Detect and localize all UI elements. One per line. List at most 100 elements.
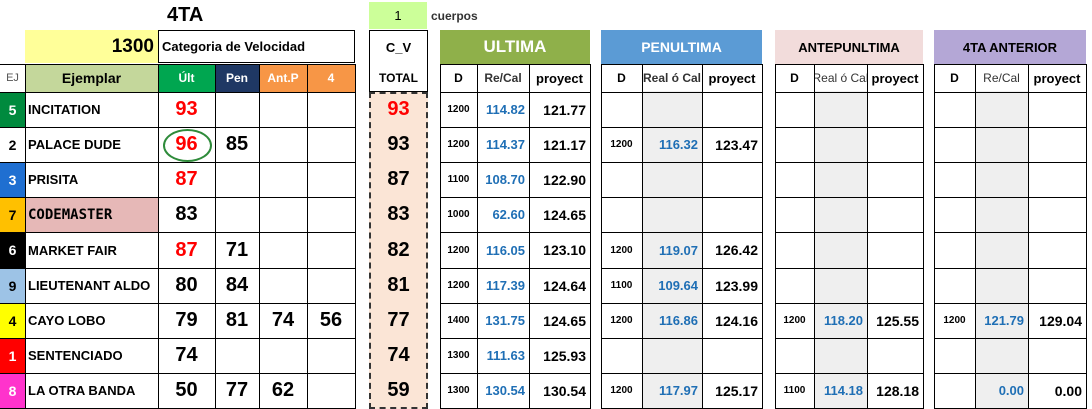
cell-pen[interactable] xyxy=(215,92,259,127)
col-header-ej: EJ xyxy=(6,72,19,84)
cell-pen[interactable] xyxy=(215,197,259,232)
cell-rc4 xyxy=(975,338,1028,373)
cell-ult[interactable]: 83 xyxy=(158,197,215,232)
col-header-d3: D xyxy=(790,71,799,85)
post-number-badge: 2 xyxy=(0,127,25,162)
cell-d3: 1100 xyxy=(783,385,806,396)
grid-hline xyxy=(775,162,923,163)
cell-ult[interactable]: 80 xyxy=(158,268,215,303)
grid-hline xyxy=(601,92,762,93)
cell-rc2: 117.97 xyxy=(658,383,698,398)
cell-four[interactable] xyxy=(307,162,355,197)
cell-antp[interactable]: 62 xyxy=(259,373,307,408)
cell-p2: 125.17 xyxy=(715,382,758,399)
cell-pen[interactable] xyxy=(215,162,259,197)
grid-hline xyxy=(440,303,590,304)
cell-rc2 xyxy=(642,162,702,197)
section-ultima: ULTIMA xyxy=(440,30,590,64)
post-number-badge: 7 xyxy=(0,197,25,232)
cell-ult[interactable]: 93 xyxy=(158,92,215,127)
cell-antp[interactable] xyxy=(259,197,307,232)
cell-d3 xyxy=(775,162,814,197)
cell-four[interactable] xyxy=(307,338,355,373)
horse-name[interactable]: LA OTRA BANDA xyxy=(25,373,158,408)
cell-four[interactable] xyxy=(307,268,355,303)
horse-name[interactable]: SENTENCIADO xyxy=(25,338,158,373)
cell-p1: 121.17 xyxy=(543,136,586,153)
grid-vline xyxy=(762,64,763,409)
cell-pen[interactable] xyxy=(215,338,259,373)
grid-hline xyxy=(440,127,590,128)
cell-four[interactable] xyxy=(307,127,355,162)
grid-vline xyxy=(590,64,591,409)
cell-p2 xyxy=(702,162,762,197)
grid-hline xyxy=(0,64,355,65)
cell-rc3 xyxy=(814,197,867,232)
cell-rc2 xyxy=(642,338,702,373)
cell-ult[interactable]: 79 xyxy=(158,303,215,338)
distance-cell[interactable]: 1300 xyxy=(25,30,158,63)
cell-four[interactable] xyxy=(307,92,355,127)
cell-pen[interactable]: 77 xyxy=(215,373,259,408)
cell-four[interactable]: 56 xyxy=(307,303,355,338)
cell-p3: 128.18 xyxy=(876,382,919,399)
cell-d4: 1200 xyxy=(943,315,966,326)
cell-d2: 1100 xyxy=(610,280,633,291)
cell-antp[interactable] xyxy=(259,162,307,197)
cell-p1: 125.93 xyxy=(543,347,586,364)
cell-pen[interactable]: 71 xyxy=(215,232,259,268)
grid-hline xyxy=(0,92,355,93)
cell-d2: 1200 xyxy=(610,385,633,396)
grid-hline xyxy=(440,92,590,93)
cell-ult[interactable]: 87 xyxy=(158,162,215,197)
grid-hline xyxy=(934,197,1086,198)
cell-antp[interactable] xyxy=(259,268,307,303)
cell-rc2 xyxy=(642,92,702,127)
cell-p3 xyxy=(867,162,923,197)
grid-hline xyxy=(0,162,355,163)
horse-name[interactable]: PRISITA xyxy=(25,162,158,197)
cell-four[interactable] xyxy=(307,373,355,408)
cell-p2: 124.16 xyxy=(715,312,758,329)
cell-antp[interactable] xyxy=(259,232,307,268)
cell-p1: 121.77 xyxy=(543,101,586,118)
cell-pen[interactable]: 85 xyxy=(215,127,259,162)
grid-hline xyxy=(0,232,355,233)
grid-vline xyxy=(477,64,478,409)
cell-pen[interactable]: 81 xyxy=(215,303,259,338)
horse-name[interactable]: MARKET FAIR xyxy=(25,232,158,268)
cell-ult[interactable]: 50 xyxy=(158,373,215,408)
cell-four[interactable] xyxy=(307,232,355,268)
cell-antp[interactable] xyxy=(259,127,307,162)
horse-name[interactable]: CAYO LOBO xyxy=(25,303,158,338)
cell-rc4 xyxy=(975,232,1028,268)
col-header-recal3: Real ó Cal xyxy=(814,71,867,85)
cell-p1: 124.65 xyxy=(543,206,586,223)
grid-hline xyxy=(601,268,762,269)
cell-pen[interactable]: 84 xyxy=(215,268,259,303)
cell-rc1: 116.05 xyxy=(485,242,525,258)
grid-hline xyxy=(601,232,762,233)
cell-antp[interactable]: 74 xyxy=(259,303,307,338)
cell-p1: 123.10 xyxy=(543,242,586,258)
cell-ult[interactable]: 74 xyxy=(158,338,215,373)
cell-p3 xyxy=(867,338,923,373)
horse-name[interactable]: INCITATION xyxy=(25,92,158,127)
cell-antp[interactable] xyxy=(259,338,307,373)
horse-name[interactable]: LIEUTENANT ALDO xyxy=(25,268,158,303)
cell-ult[interactable]: 87 xyxy=(158,232,215,268)
grid-vline xyxy=(1028,64,1029,409)
cuerpos-value-cell[interactable]: 1 xyxy=(369,2,427,29)
cell-antp[interactable] xyxy=(259,92,307,127)
cell-rc3 xyxy=(814,92,867,127)
cell-four[interactable] xyxy=(307,197,355,232)
horse-name[interactable]: CODEMASTER xyxy=(25,197,158,232)
cell-rc1: 108.70 xyxy=(485,172,525,187)
cell-d1: 1100 xyxy=(447,174,470,185)
grid-hline xyxy=(601,373,762,374)
post-number-badge: 8 xyxy=(0,373,25,408)
horse-name[interactable]: PALACE DUDE xyxy=(25,127,158,162)
grid-vline xyxy=(1086,64,1087,409)
grid-vline xyxy=(775,64,776,409)
cell-rc4 xyxy=(975,268,1028,303)
